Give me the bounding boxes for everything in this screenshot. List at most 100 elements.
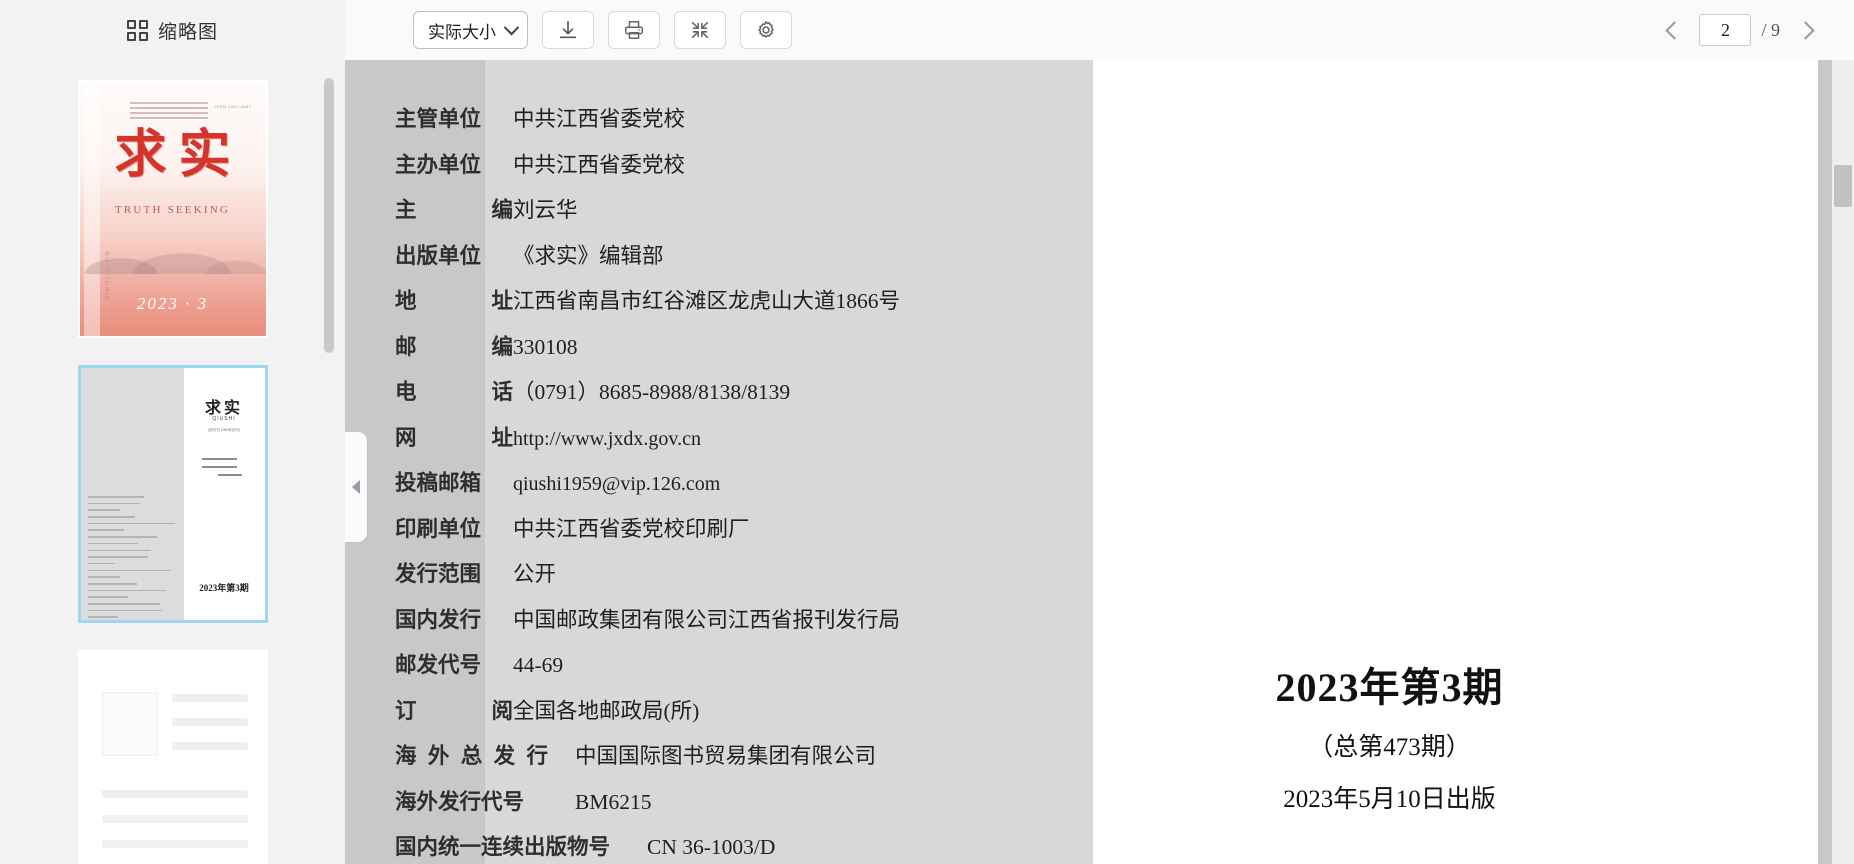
thumbnail-issue-main: 2023年第3期 — [199, 583, 249, 593]
imprint-label: 印刷单位 — [395, 516, 482, 541]
imprint-row: 订 阅 全国各地邮政局(所) — [395, 694, 1083, 725]
next-page-button[interactable] — [1790, 15, 1820, 45]
imprint-row: 邮发代号 44-69 — [395, 648, 1083, 679]
thumbnail-imprint-column — [80, 368, 184, 620]
document-viewer[interactable]: 主管单位 中共江西省委党校 主办单位 中共江西省委党校 主 编 刘云华 出版单位… — [345, 60, 1854, 864]
imprint-row: 国内发行 中国邮政集团有限公司江西省报刊发行局 — [395, 603, 1083, 634]
imprint-label: 出版单位 — [395, 243, 482, 268]
thumbnail-cover-art: ISSN 1007-8487 求实 TRUTH SEEKING 求实 2023年… — [79, 82, 266, 336]
pdf-viewer-app: 缩略图 实际大小 2 / 9 ISSN 1007-8487 求实 TRUTH S… — [0, 0, 1854, 864]
thumbnail-editor-lines — [201, 458, 257, 482]
print-button[interactable] — [608, 11, 660, 49]
thumbnail-placeholder — [79, 652, 266, 864]
imprint-value: 《求实》编辑部 — [513, 243, 664, 268]
page-total-label: / 9 — [1761, 19, 1780, 40]
imprint-value: qiushi1959@vip.126.com — [513, 473, 721, 495]
cover-title-en: TRUTH SEEKING — [114, 204, 231, 216]
page-navigation: / 9 — [1659, 0, 1854, 60]
placeholder-lines-top — [171, 694, 248, 766]
chevron-down-icon — [503, 19, 520, 35]
grid-icon — [126, 19, 148, 41]
triangle-left-icon — [352, 480, 360, 494]
imprint-label: 邮 编 — [395, 334, 513, 359]
imprint-row: 邮 编 330108 — [395, 330, 1083, 361]
thumbnail-page-2: 求实 QIUSHI (双月刊 1959年创刊) 2023年第3期 — [80, 368, 265, 620]
placeholder-lines-body — [101, 790, 248, 864]
imprint-row: 主管单位 中共江西省委党校 — [395, 102, 1083, 133]
top-toolbar: 缩略图 实际大小 2 / 9 — [0, 0, 1854, 60]
chevron-left-icon — [1665, 20, 1684, 40]
imprint-row: 主办单位 中共江西省委党校 — [395, 148, 1083, 179]
imprint-row: 国内统一连续出版物号 CN 36-1003/D — [395, 830, 1083, 861]
imprint-row: 地 址 江西省南昌市红谷滩区龙虎山大道1866号 — [395, 284, 1083, 315]
imprint-label: 国内发行 — [395, 607, 482, 632]
viewer-canvas: 主管单位 中共江西省委党校 主办单位 中共江西省委党校 主 编 刘云华 出版单位… — [345, 60, 1854, 864]
viewer-scrollbar-thumb[interactable] — [1834, 165, 1852, 207]
imprint-value: 44-69 — [513, 653, 564, 677]
page-right-panel: 2023年第3期 （总第473期） 2023年5月10日出版 — [1093, 60, 1686, 864]
thumbnail-scrollbar-thumb[interactable] — [324, 78, 334, 353]
thumbnail-panel-title: 缩略图 — [157, 21, 218, 43]
download-button[interactable] — [542, 11, 594, 49]
pdf-page-2: 主管单位 中共江西省委党校 主办单位 中共江西省委党校 主 编 刘云华 出版单位… — [345, 60, 1686, 864]
imprint-value: BM6215 — [575, 789, 652, 814]
settings-button[interactable] — [740, 11, 792, 49]
prev-page-button[interactable] — [1659, 15, 1689, 45]
imprint-label: 电 话 — [395, 380, 513, 404]
imprint-value: CN 36-1003/D — [647, 835, 776, 859]
zoom-level-select[interactable]: 实际大小 — [413, 11, 528, 49]
thumbnail-item-1[interactable]: ISSN 1007-8487 求实 TRUTH SEEKING 求实 2023年… — [77, 80, 268, 338]
zoom-level-value: 实际大小 — [428, 22, 496, 42]
imprint-label: 国内统一连续出版物号 — [395, 835, 611, 859]
thumbnail-title-pinyin: QIUSHI — [212, 416, 236, 422]
cover-header-lines — [129, 102, 208, 122]
imprint-value: 中共江西省委党校 — [513, 152, 686, 177]
imprint-value: 中共江西省委党校 — [513, 107, 686, 131]
imprint-value: 江西省南昌市红谷滩区龙虎山大道1866号 — [513, 289, 901, 313]
imprint-value: 中国邮政集团有限公司江西省报刊发行局 — [513, 607, 901, 632]
page-number-input[interactable] — [1699, 14, 1752, 46]
download-icon — [559, 20, 577, 39]
imprint-value: http://www.jxdx.gov.cn — [513, 427, 701, 450]
issue-info-block: 2023年第3期 （总第473期） 2023年5月10日出版 — [1093, 655, 1686, 815]
imprint-label: 主管单位 — [395, 107, 482, 131]
page-left-panel: 主管单位 中共江西省委党校 主办单位 中共江西省委党校 主 编 刘云华 出版单位… — [345, 60, 1093, 864]
collapse-sidebar-handle[interactable] — [345, 432, 367, 542]
imprint-label: 主办单位 — [395, 152, 482, 177]
imprint-row: 投稿邮箱 qiushi1959@vip.126.com — [395, 466, 1083, 497]
imprint-label: 主 编 — [395, 198, 513, 222]
imprint-value: 刘云华 — [513, 198, 578, 222]
imprint-value: 中共江西省委党校印刷厂 — [513, 516, 750, 541]
thumbnail-sidebar[interactable]: ISSN 1007-8487 求实 TRUTH SEEKING 求实 2023年… — [0, 60, 345, 864]
thumbnail-title-column: 求实 QIUSHI (双月刊 1959年创刊) 2023年第3期 — [183, 368, 265, 620]
thumbnail-title-subtitle: (双月刊 1959年创刊) — [207, 428, 241, 432]
viewer-right-gutter — [1818, 60, 1832, 864]
imprint-label: 发行范围 — [395, 562, 482, 586]
imprint-value: （0791）8685-8988/8138/8139 — [513, 380, 791, 404]
cover-issn: ISSN 1007-8487 — [214, 104, 252, 109]
thumbnail-item-3[interactable] — [77, 650, 268, 864]
thumbnail-panel-header: 缩略图 — [0, 0, 345, 60]
cover-title-cn: 求实 — [114, 127, 243, 184]
imprint-row: 发行范围 公开 — [395, 557, 1083, 588]
imprint-row: 网 址 http://www.jxdx.gov.cn — [395, 421, 1083, 452]
imprint-label: 海外发行代号 — [395, 789, 525, 814]
imprint-label: 邮发代号 — [395, 653, 482, 677]
issue-main-title: 2023年第3期 — [1275, 665, 1504, 710]
thumbnail-title-cn: 求实 — [205, 400, 244, 417]
viewer-scrollbar-track[interactable] — [1832, 60, 1854, 864]
imprint-row: 海外发行代号 BM6215 — [395, 785, 1083, 816]
imprint-label: 投稿邮箱 — [395, 471, 482, 495]
issue-publish-date: 2023年5月10日出版 — [1283, 786, 1496, 813]
placeholder-image-box — [101, 692, 158, 756]
imprint-info-list: 主管单位 中共江西省委党校 主办单位 中共江西省委党校 主 编 刘云华 出版单位… — [395, 102, 1083, 864]
thumbnail-scrollbar-track[interactable] — [323, 60, 335, 864]
shrink-button[interactable] — [674, 11, 726, 49]
imprint-row: 印刷单位 中共江西省委党校印刷厂 — [395, 512, 1083, 543]
imprint-label: 地 址 — [395, 289, 513, 313]
imprint-value: 330108 — [513, 334, 578, 359]
thumbnail-item-2[interactable]: 求实 QIUSHI (双月刊 1959年创刊) 2023年第3期 — [77, 365, 268, 623]
imprint-label: 网 址 — [395, 425, 513, 450]
shrink-icon — [691, 21, 709, 39]
print-icon — [625, 21, 643, 39]
